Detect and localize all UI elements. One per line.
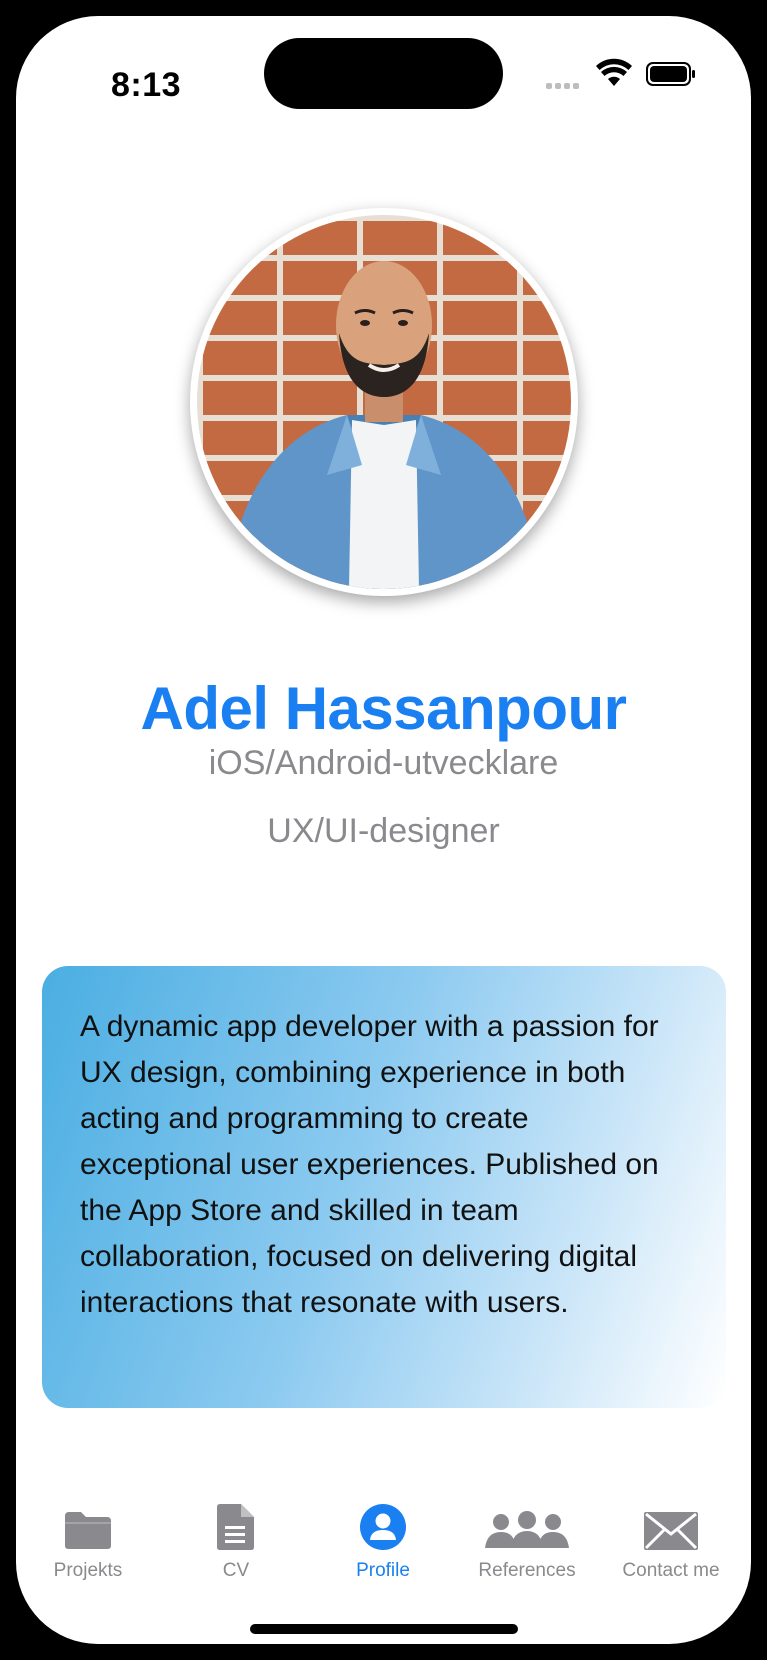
bio-card: A dynamic app developer with a passion f… <box>42 966 726 1408</box>
battery-icon <box>646 62 695 86</box>
cellular-signal-icon <box>546 76 582 94</box>
profile-name: Adel Hassanpour <box>140 675 627 742</box>
role-title-2: UX/UI-designer <box>267 812 500 850</box>
folder-icon <box>65 1512 111 1549</box>
tab-label: Contact me <box>622 1560 720 1581</box>
document-icon <box>217 1504 254 1550</box>
tab-projekts[interactable]: Projekts <box>16 1502 163 1582</box>
tab-label: Profile <box>356 1560 410 1581</box>
profile-photo <box>197 215 571 589</box>
tab-label: Projekts <box>53 1560 123 1581</box>
tab-label: CV <box>222 1560 250 1581</box>
device-frame: 8:13 Adel Hassanpour iOS/Android-utveckl… <box>0 0 767 1660</box>
tab-cv[interactable]: CV <box>161 1502 311 1582</box>
tab-label: References <box>478 1560 576 1581</box>
avatar <box>190 208 578 596</box>
tab-contact[interactable]: Contact me <box>596 1502 746 1582</box>
person-circle-icon <box>360 1504 406 1550</box>
home-indicator[interactable] <box>250 1624 518 1634</box>
tab-profile[interactable]: Profile <box>308 1502 458 1582</box>
person-illustration <box>227 261 541 589</box>
envelope-icon <box>644 1512 698 1550</box>
dynamic-island <box>264 38 503 109</box>
status-time: 8:13 <box>111 66 182 104</box>
role-title-1: iOS/Android-utvecklare <box>208 744 559 782</box>
people-icon <box>485 1511 569 1548</box>
wifi-icon <box>596 58 632 86</box>
tab-bar: Projekts CV Profile References Contact m… <box>16 1502 751 1602</box>
tab-references[interactable]: References <box>452 1502 602 1582</box>
screen: 8:13 Adel Hassanpour iOS/Android-utveckl… <box>16 16 751 1644</box>
bio-text: A dynamic app developer with a passion f… <box>80 1010 659 1319</box>
